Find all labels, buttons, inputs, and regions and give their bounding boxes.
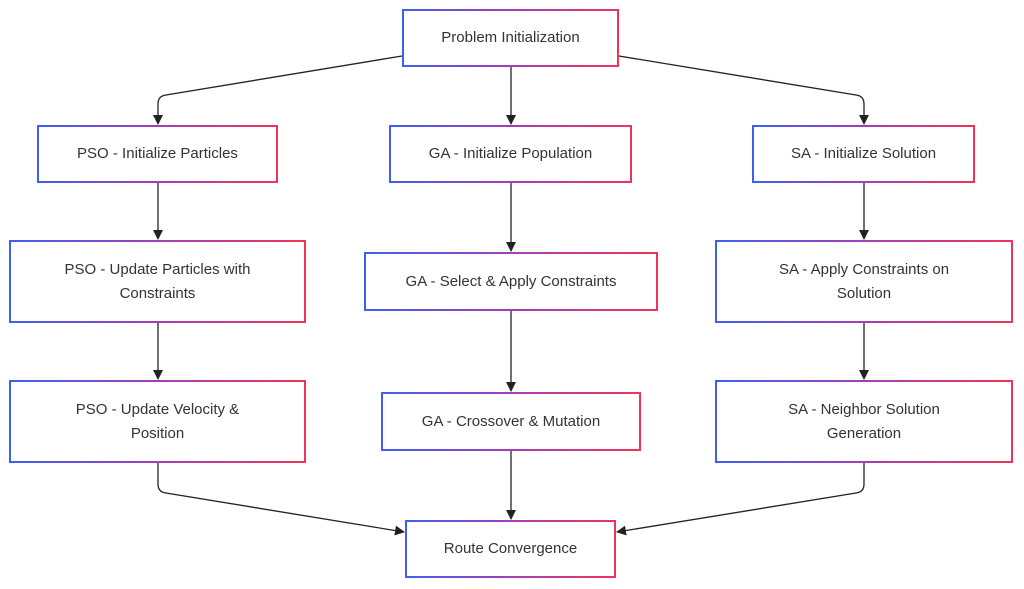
node-ga-crossover-mutation: GA - Crossover & Mutation	[381, 392, 641, 451]
edge-start-sa-init	[618, 55, 869, 125]
node-label: Route Convergence	[443, 540, 578, 557]
node-label: PSO - Update Particles with Constraints	[64, 260, 251, 302]
node-pso-update-particles: PSO - Update Particles with Constraints	[9, 240, 306, 323]
node-sa-neighbor-generation: SA - Neighbor Solution Generation	[715, 380, 1013, 463]
node-label: PSO - Initialize Particles	[77, 145, 238, 162]
edge-pso-velocity-end	[157, 463, 405, 536]
node-sa-initialize-solution: SA - Initialize Solution	[752, 125, 975, 183]
node-label: PSO - Update Velocity & Position	[75, 400, 240, 442]
node-ga-initialize-population: GA - Initialize Population	[389, 125, 632, 183]
node-label: SA - Initialize Solution	[790, 145, 937, 162]
node-problem-initialization: Problem Initialization	[402, 9, 619, 67]
node-pso-update-velocity: PSO - Update Velocity & Position	[9, 380, 306, 463]
node-sa-apply-constraints: SA - Apply Constraints on Solution	[715, 240, 1013, 323]
node-ga-select-apply-constraints: GA - Select & Apply Constraints	[364, 252, 658, 311]
node-label: SA - Neighbor Solution Generation	[788, 400, 940, 442]
node-label: GA - Select & Apply Constraints	[405, 272, 617, 290]
node-pso-initialize-particles: PSO - Initialize Particles	[37, 125, 278, 183]
node-label: GA - Initialize Population	[428, 145, 593, 162]
edge-start-pso-init	[153, 55, 403, 125]
node-route-convergence: Route Convergence	[405, 520, 616, 578]
node-label: SA - Apply Constraints on Solution	[778, 260, 950, 302]
node-label: Problem Initialization	[441, 29, 580, 46]
edge-sa-neighbor-end	[616, 463, 865, 536]
node-label: GA - Crossover & Mutation	[421, 412, 601, 430]
